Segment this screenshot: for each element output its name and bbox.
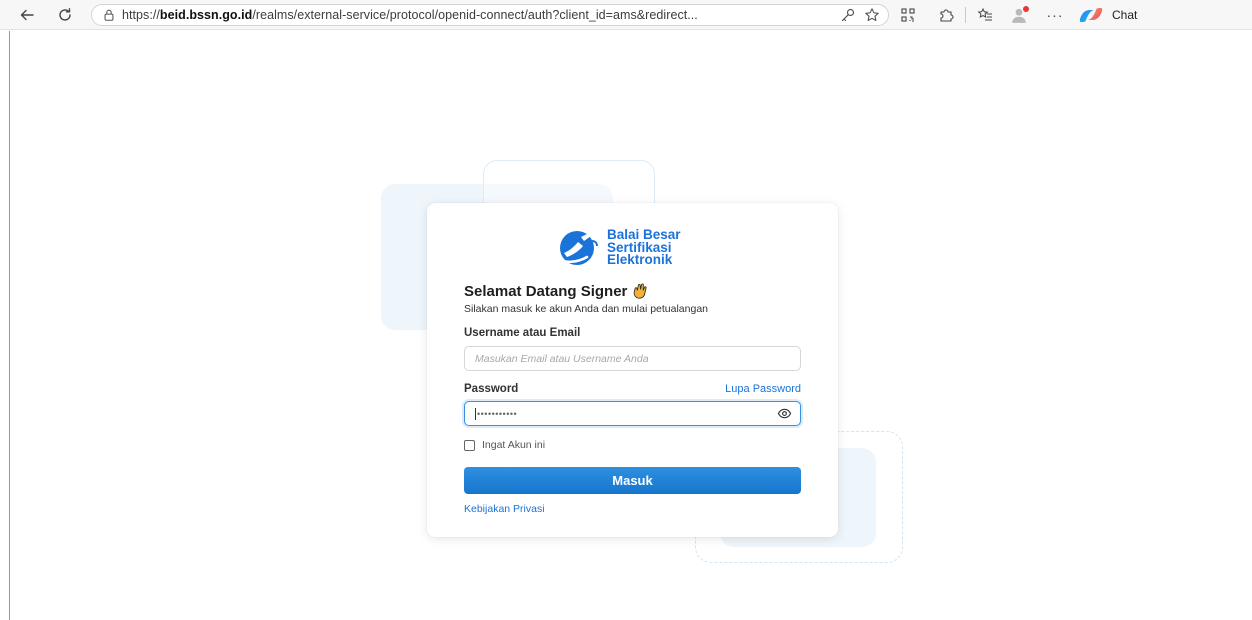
forgot-password-link[interactable]: Lupa Password bbox=[725, 383, 801, 395]
more-icon[interactable]: ··· bbox=[1042, 2, 1068, 28]
key-icon[interactable] bbox=[840, 7, 856, 23]
welcome-title: Selamat Datang Signer bbox=[464, 283, 649, 300]
chat-label: Chat bbox=[1112, 8, 1138, 22]
qr-icon[interactable] bbox=[895, 2, 921, 28]
toolbar-actions: ··· Chat bbox=[895, 2, 1137, 28]
welcome-subtitle: Silakan masuk ke akun Anda dan mulai pet… bbox=[464, 303, 709, 315]
address-bar[interactable]: https://beid.bssn.go.id/realms/external-… bbox=[91, 4, 889, 26]
refresh-icon[interactable] bbox=[52, 2, 78, 28]
star-icon[interactable] bbox=[864, 7, 880, 23]
login-button[interactable]: Masuk bbox=[464, 467, 801, 494]
back-icon[interactable] bbox=[14, 2, 40, 28]
profile-icon[interactable] bbox=[1008, 4, 1030, 26]
toolbar-divider bbox=[965, 7, 966, 23]
remember-checkbox[interactable] bbox=[464, 439, 475, 451]
eye-icon[interactable] bbox=[777, 406, 792, 421]
remember-me[interactable]: Ingat Akun ini bbox=[464, 439, 545, 451]
waving-hand-icon bbox=[634, 283, 647, 299]
brand-name: Balai Besar Sertifikasi Elektronik bbox=[607, 228, 681, 268]
username-label: Username atau Email bbox=[464, 327, 581, 339]
privacy-policy-link[interactable]: Kebijakan Privasi bbox=[464, 503, 545, 515]
favorites-icon[interactable] bbox=[972, 2, 998, 28]
extensions-icon[interactable] bbox=[933, 2, 959, 28]
password-label: Password bbox=[464, 383, 519, 395]
lock-icon[interactable] bbox=[102, 8, 116, 22]
page-viewport: Balai Besar Sertifikasi Elektronik Selam… bbox=[9, 31, 1252, 620]
chat-button[interactable]: Chat bbox=[1076, 7, 1137, 23]
url-text: https://beid.bssn.go.id/realms/external-… bbox=[122, 8, 698, 22]
welcome-text: Selamat Datang Signer bbox=[464, 283, 628, 300]
remember-label: Ingat Akun ini bbox=[482, 439, 546, 451]
copilot-icon bbox=[1079, 8, 1103, 22]
bsre-logo-icon bbox=[555, 231, 598, 265]
login-card: Balai Besar Sertifikasi Elektronik Selam… bbox=[427, 203, 838, 537]
password-input[interactable]: ••••••••••• bbox=[464, 401, 801, 426]
browser-toolbar: https://beid.bssn.go.id/realms/external-… bbox=[0, 0, 1252, 30]
brand-line-3: Elektronik bbox=[607, 252, 673, 268]
brand-logo: Balai Besar Sertifikasi Elektronik bbox=[553, 228, 681, 268]
username-input[interactable] bbox=[464, 346, 801, 371]
password-value: ••••••••••• bbox=[475, 407, 777, 420]
